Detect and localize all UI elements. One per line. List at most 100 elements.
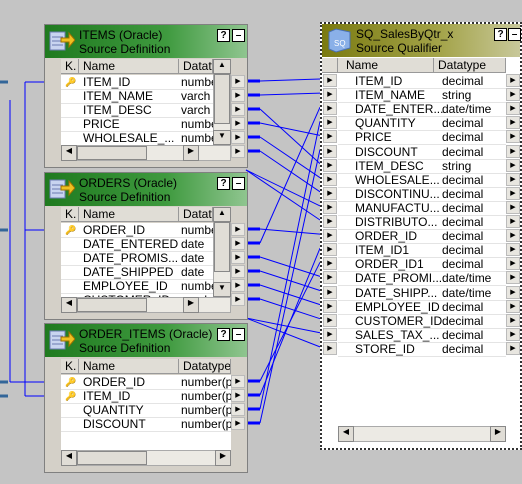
field-row[interactable]: ITEM_NAME varch bbox=[61, 89, 229, 104]
output-port[interactable]: ▶ bbox=[506, 130, 520, 144]
scroll-thumb[interactable] bbox=[77, 451, 147, 465]
output-port[interactable]: ▶ bbox=[506, 313, 520, 327]
input-port[interactable]: ▶ bbox=[323, 327, 337, 341]
output-port[interactable]: ▶ bbox=[231, 117, 245, 130]
source-qualifier-sq-salesbyqtr-x[interactable]: SQ SQ_SalesByQtr_x Source Qualifier? – Name D… bbox=[320, 22, 522, 450]
scroll-left-button[interactable]: ◀ bbox=[61, 145, 77, 161]
column-header-datatype[interactable]: Datatype bbox=[179, 359, 231, 374]
field-row[interactable]: ITEM_ID decimal bbox=[338, 74, 506, 89]
output-port[interactable]: ▶ bbox=[506, 257, 520, 271]
scroll-right-button[interactable]: ▶ bbox=[183, 297, 199, 313]
input-port[interactable]: ▶ bbox=[323, 215, 337, 228]
minimize-button[interactable]: – bbox=[232, 29, 245, 42]
output-port[interactable]: ▶ bbox=[231, 279, 245, 292]
output-port[interactable]: ▶ bbox=[506, 341, 520, 355]
field-row[interactable]: DATE_SHIPP... date/time bbox=[338, 286, 506, 301]
scroll-thumb[interactable] bbox=[77, 146, 147, 160]
field-row[interactable]: STORE_ID decimal bbox=[338, 342, 506, 357]
field-row[interactable]: DATE_ENTERED date bbox=[61, 237, 229, 252]
scroll-left-button[interactable]: ◀ bbox=[338, 426, 354, 442]
input-port[interactable]: ▶ bbox=[323, 313, 337, 327]
input-port[interactable]: ▶ bbox=[323, 172, 337, 186]
field-row[interactable]: WHOLESALE... decimal bbox=[338, 173, 506, 188]
scroll-down-button[interactable]: ▼ bbox=[213, 282, 231, 297]
title-bar[interactable]: ORDERS (Oracle) Source Definition? – bbox=[45, 173, 247, 206]
column-header-key[interactable]: K. bbox=[61, 207, 79, 222]
column-header-name[interactable]: Name bbox=[79, 359, 179, 374]
scroll-right-button[interactable]: ▶ bbox=[490, 426, 506, 442]
output-port[interactable]: ▶ bbox=[506, 299, 520, 313]
column-header-name[interactable]: Name bbox=[338, 58, 434, 73]
help-button[interactable]: ? bbox=[217, 177, 230, 190]
scroll-up-button[interactable]: ▲ bbox=[213, 207, 231, 222]
output-port[interactable]: ▶ bbox=[506, 243, 520, 257]
output-port[interactable]: ▶ bbox=[231, 75, 245, 88]
scroll-left-button[interactable]: ◀ bbox=[61, 450, 77, 466]
output-port[interactable]: ▶ bbox=[231, 223, 245, 236]
output-port[interactable]: ▶ bbox=[231, 103, 245, 116]
output-port[interactable]: ▶ bbox=[506, 271, 520, 285]
output-port[interactable]: ▶ bbox=[231, 131, 245, 144]
title-bar[interactable]: ITEMS (Oracle) Source Definition? – bbox=[45, 25, 247, 58]
output-port[interactable]: ▶ bbox=[231, 145, 245, 158]
title-bar[interactable]: SQ SQ_SalesByQtr_x Source Qualifier? – bbox=[322, 24, 521, 57]
field-row[interactable]: DISCOUNT decimal bbox=[338, 145, 506, 160]
field-row[interactable]: ORDER_ID decimal bbox=[338, 229, 506, 245]
column-header-datatype[interactable]: Dataty bbox=[179, 207, 213, 222]
output-port[interactable]: ▶ bbox=[231, 375, 245, 388]
field-row[interactable]: CUSTOMER_ID decimal bbox=[338, 314, 506, 329]
input-port[interactable]: ▶ bbox=[323, 285, 337, 299]
output-port[interactable]: ▶ bbox=[231, 417, 245, 430]
field-row[interactable]: DISTRIBUTO... decimal bbox=[338, 215, 506, 230]
scroll-thumb[interactable] bbox=[214, 222, 230, 272]
output-port[interactable]: ▶ bbox=[506, 88, 520, 102]
minimize-button[interactable]: – bbox=[232, 328, 245, 341]
output-port[interactable]: ▶ bbox=[506, 116, 520, 130]
output-port[interactable]: ▶ bbox=[231, 237, 245, 250]
input-port[interactable]: ▶ bbox=[323, 299, 337, 313]
scroll-right-button[interactable]: ▶ bbox=[215, 450, 231, 466]
column-header-name[interactable]: Name bbox=[79, 59, 179, 74]
source-order-items[interactable]: ORDER_ITEMS (Oracle) Source Definition? – K… bbox=[44, 323, 248, 473]
output-port[interactable]: ▶ bbox=[231, 89, 245, 102]
field-row[interactable]: DISCOUNT number(p bbox=[61, 417, 231, 432]
field-row[interactable]: MANUFACTU... decimal bbox=[338, 201, 506, 216]
output-port[interactable]: ▶ bbox=[506, 327, 520, 341]
minimize-button[interactable]: – bbox=[232, 177, 245, 190]
output-port[interactable]: ▶ bbox=[506, 229, 520, 243]
minimize-button[interactable]: – bbox=[508, 28, 521, 41]
field-row[interactable]: 🔑 ORDER_ID number(p bbox=[61, 375, 231, 390]
output-port[interactable]: ▶ bbox=[231, 403, 245, 416]
output-port[interactable]: ▶ bbox=[506, 215, 520, 228]
field-row[interactable]: DATE_SHIPPED date bbox=[61, 265, 229, 280]
column-header-datatype[interactable]: Dataty bbox=[179, 59, 213, 74]
output-port[interactable]: ▶ bbox=[506, 144, 520, 158]
title-bar[interactable]: ORDER_ITEMS (Oracle) Source Definition? – bbox=[45, 324, 247, 357]
field-row[interactable]: 🔑 ITEM_ID number(p bbox=[61, 389, 231, 404]
output-port[interactable]: ▶ bbox=[506, 186, 520, 200]
help-button[interactable]: ? bbox=[217, 29, 230, 42]
scroll-up-button[interactable]: ▲ bbox=[213, 59, 231, 74]
input-port[interactable]: ▶ bbox=[323, 271, 337, 285]
source-orders[interactable]: ORDERS (Oracle) Source Definition? – K. Name… bbox=[44, 172, 248, 320]
output-port[interactable]: ▶ bbox=[506, 102, 520, 116]
output-port[interactable]: ▶ bbox=[231, 293, 245, 306]
input-port[interactable]: ▶ bbox=[323, 229, 337, 243]
field-row[interactable]: EMPLOYEE_ID numbe bbox=[61, 279, 229, 294]
help-button[interactable]: ? bbox=[494, 28, 507, 41]
input-port[interactable]: ▶ bbox=[323, 144, 337, 158]
column-header-key[interactable]: K. bbox=[61, 359, 79, 374]
input-port[interactable]: ▶ bbox=[323, 341, 337, 355]
field-row[interactable]: SALES_TAX_... decimal bbox=[338, 328, 506, 343]
column-header-name[interactable]: Name bbox=[79, 207, 179, 222]
source-items[interactable]: ITEMS (Oracle) Source Definition? – K. Name D… bbox=[44, 24, 248, 168]
output-port[interactable]: ▶ bbox=[506, 200, 520, 214]
column-header-datatype[interactable]: Datatype bbox=[434, 58, 506, 73]
field-row[interactable]: QUANTITY decimal bbox=[338, 116, 506, 132]
field-row[interactable]: DATE_PROMIS... date bbox=[61, 251, 229, 266]
output-port[interactable]: ▶ bbox=[506, 158, 520, 172]
field-row[interactable]: QUANTITY number(p bbox=[61, 403, 231, 418]
scroll-thumb[interactable] bbox=[214, 74, 230, 124]
field-row[interactable]: DATE_PROMI... date/time bbox=[338, 271, 506, 287]
input-port[interactable]: ▶ bbox=[323, 88, 337, 102]
